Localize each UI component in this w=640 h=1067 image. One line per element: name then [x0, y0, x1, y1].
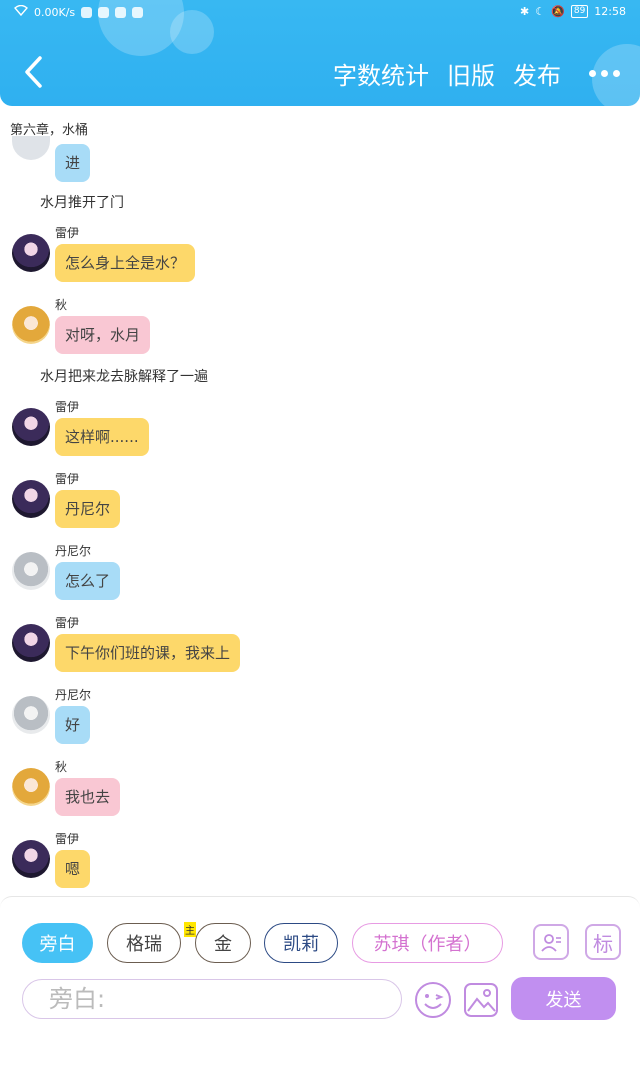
- chat-bubble: 我也去: [55, 778, 121, 816]
- role-chip-kaili[interactable]: 凯莉: [264, 923, 338, 963]
- narration-text: 水月推开了门: [40, 195, 124, 211]
- avatar[interactable]: [12, 840, 50, 878]
- role-chip-narrator[interactable]: 旁白: [22, 923, 93, 963]
- publish-button[interactable]: 发布: [513, 56, 561, 91]
- wifi-icon: [14, 4, 28, 19]
- wechat-icon: [81, 6, 93, 18]
- avatar[interactable]: [12, 306, 50, 344]
- back-button[interactable]: [22, 56, 46, 88]
- role-chip-suqi[interactable]: 苏琪（作者）: [352, 923, 503, 963]
- role-chip-jin[interactable]: 金: [195, 923, 251, 963]
- chevron-left-icon: [25, 56, 42, 88]
- host-badge: 主: [184, 922, 196, 937]
- avatar[interactable]: [12, 480, 50, 518]
- status-bar: 0.00K/s ✱ ☾ 🔕 89 12:58: [0, 0, 640, 24]
- emoji-button[interactable]: [414, 981, 452, 1019]
- sender-name: 雷伊: [55, 400, 80, 414]
- battery-indicator: 89: [570, 5, 589, 18]
- sender-name: 雷伊: [55, 226, 80, 240]
- bluetooth-icon: ✱: [520, 5, 530, 18]
- chat-bubble: 下午你们班的课，我来上: [55, 634, 241, 672]
- chat-bubble: 嗯: [55, 850, 91, 888]
- character-manage-button[interactable]: [533, 924, 569, 960]
- sender-name: 丹尼尔: [55, 688, 92, 702]
- narration-text: 水月把来龙去脉解释了一遍: [40, 369, 208, 385]
- chat-bubble: 这样啊......: [55, 418, 149, 456]
- mark-button[interactable]: 标: [585, 924, 621, 960]
- chat-bubble: 丹尼尔: [55, 490, 121, 528]
- avatar[interactable]: [12, 234, 50, 272]
- image-button[interactable]: [462, 981, 500, 1019]
- message-input[interactable]: 旁白:: [22, 979, 402, 1019]
- sender-name: 丹尼尔: [55, 544, 92, 558]
- header-actions: 字数统计 旧版 发布: [315, 56, 620, 91]
- avatar[interactable]: [12, 136, 50, 160]
- avatar[interactable]: [12, 696, 50, 734]
- chat-bubble: 进: [55, 144, 91, 182]
- sender-name: 雷伊: [55, 616, 80, 630]
- mark-label: 标: [593, 931, 613, 956]
- send-button[interactable]: 发送: [511, 977, 616, 1020]
- sender-name: 雷伊: [55, 832, 80, 846]
- role-chip-gerui[interactable]: 格瑞: [107, 923, 181, 963]
- avatar[interactable]: [12, 408, 50, 446]
- avatar[interactable]: [12, 768, 50, 806]
- sender-name: 秋: [55, 298, 68, 312]
- more-options-button[interactable]: [589, 70, 620, 77]
- chat-bubble: 怎么了: [55, 562, 121, 600]
- top-app-bar: 0.00K/s ✱ ☾ 🔕 89 12:58 字数统计 旧版 发布: [0, 0, 640, 106]
- mute-icon: 🔕: [551, 5, 565, 18]
- app-notification-icon: [98, 6, 110, 18]
- clock: 12:58: [594, 5, 626, 18]
- sender-name: 秋: [55, 760, 68, 774]
- moon-icon: ☾: [535, 5, 546, 18]
- sender-name: 雷伊: [55, 472, 80, 486]
- network-speed: 0.00K/s: [34, 5, 76, 19]
- avatar[interactable]: [12, 552, 50, 590]
- app-notification-icon: [132, 6, 144, 18]
- word-count-button[interactable]: 字数统计: [333, 56, 429, 91]
- chat-bubble: 怎么身上全是水？: [55, 244, 196, 282]
- user-card-icon: [541, 934, 561, 952]
- message-icon: [115, 6, 127, 18]
- chat-bubble: 好: [55, 706, 91, 744]
- old-version-button[interactable]: 旧版: [447, 56, 495, 91]
- avatar[interactable]: [12, 624, 50, 662]
- emoji-icon: [415, 982, 451, 1018]
- chat-bubble: 对呀，水月: [55, 316, 151, 354]
- image-icon: [464, 983, 498, 1017]
